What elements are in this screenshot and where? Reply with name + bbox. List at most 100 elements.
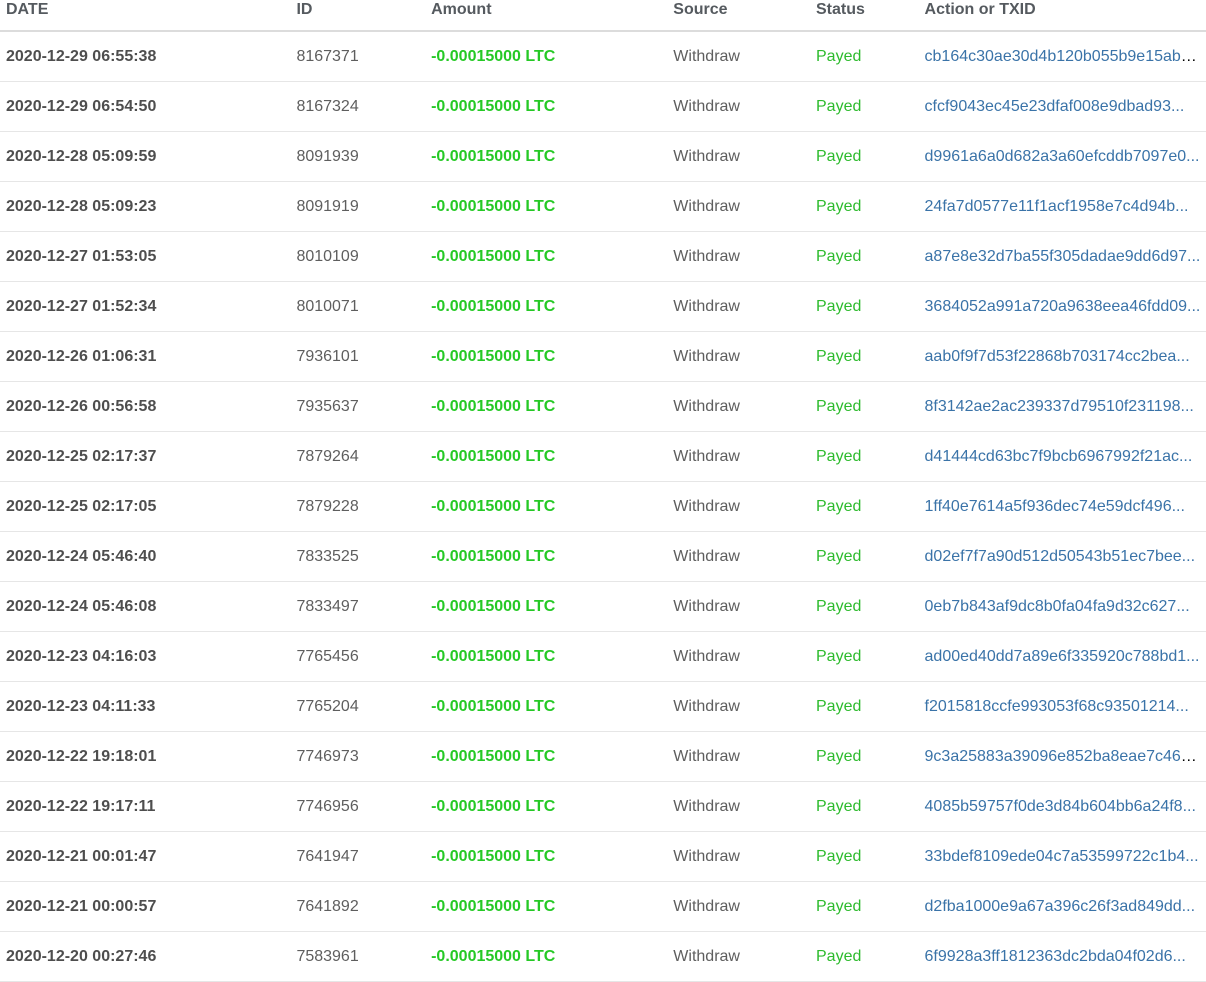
cell-status: Payed [810,331,919,382]
cell-id: 7765204 [290,681,426,732]
txid-link[interactable]: 0eb7b843af9dc8b0fa04fa9d32c627... [925,598,1190,615]
cell-amount: -0.00015000 LTC [425,331,668,382]
cell-source: Withdraw [667,781,810,832]
cell-amount: -0.00015000 LTC [425,281,668,332]
txid-link[interactable]: cfcf9043ec45e23dfaf008e9dbad93... [925,98,1185,115]
cell-date: 2020-12-29 06:54:50 [0,81,291,132]
txid-link[interactable]: 6f9928a3ff1812363dc2bda04f02d6... [925,948,1186,965]
cell-date: 2020-12-22 19:17:11 [0,781,291,832]
table-row: 2020-12-23 04:11:33 7765204 -0.00015000 LT… [0,681,1206,732]
cell-txid: 4085b59757f0de3d84b604bb6a24f8... [918,781,1206,832]
table-row: 2020-12-22 19:18:01 7746973 -0.00015000 LT… [0,731,1206,782]
txid-link[interactable]: aab0f9f7d53f22868b703174cc2bea... [925,348,1190,365]
cell-status: Payed [810,781,919,832]
cell-source: Withdraw [667,881,810,932]
txid-link[interactable]: 1ff40e7614a5f936dec74e59dcf496... [925,498,1185,515]
cell-amount: -0.00015000 LTC [425,881,668,932]
cell-source: Withdraw [667,431,810,482]
header-row: DATE ID Amount Source Status Action or T… [0,0,1206,32]
header-txid: Action or TXID [918,0,1206,32]
cell-id: 7833497 [290,581,426,632]
txid-link[interactable]: 9c3a25883a39096e852ba8eae7c46e... [925,748,1204,765]
cell-txid: 8f3142ae2ac239337d79510f231198... [918,381,1206,432]
cell-source: Withdraw [667,531,810,582]
cell-amount: -0.00015000 LTC [425,481,668,532]
table-row: 2020-12-21 00:01:47 7641947 -0.00015000 LT… [0,831,1206,882]
transactions-table: DATE ID Amount Source Status Action or T… [0,0,1206,982]
table-row: 2020-12-22 19:17:11 7746956 -0.00015000 LT… [0,781,1206,832]
cell-source: Withdraw [667,631,810,682]
cell-txid: d2fba1000e9a67a396c26f3ad849dd... [918,881,1206,932]
cell-txid: 0eb7b843af9dc8b0fa04fa9d32c627... [918,581,1206,632]
table-row: 2020-12-26 01:06:31 7936101 -0.00015000 LT… [0,331,1206,382]
cell-source: Withdraw [667,281,810,332]
cell-status: Payed [810,231,919,282]
txid-link[interactable]: d02ef7f7a90d512d50543b51ec7bee... [925,548,1195,565]
cell-id: 8091919 [290,181,426,232]
cell-amount: -0.00015000 LTC [425,181,668,232]
cell-txid: cb164c30ae30d4b120b055b9e15ab9... [918,31,1206,82]
cell-date: 2020-12-28 05:09:59 [0,131,291,182]
txid-link[interactable]: a87e8e32d7ba55f305dadae9dd6d97... [925,248,1201,265]
cell-id: 8167324 [290,81,426,132]
cell-status: Payed [810,31,919,82]
cell-status: Payed [810,81,919,132]
cell-txid: 33bdef8109ede04c7a53599722c1b4... [918,831,1206,882]
header-amount: Amount [425,0,668,32]
cell-source: Withdraw [667,81,810,132]
txid-link[interactable]: cb164c30ae30d4b120b055b9e15ab9... [925,48,1204,65]
cell-id: 7935637 [290,381,426,432]
cell-amount: -0.00015000 LTC [425,531,668,582]
cell-source: Withdraw [667,731,810,782]
cell-date: 2020-12-26 00:56:58 [0,381,291,432]
cell-id: 7879264 [290,431,426,482]
txid-link[interactable]: 3684052a991a720a9638eea46fdd09... [925,298,1201,315]
cell-status: Payed [810,431,919,482]
cell-date: 2020-12-22 19:18:01 [0,731,291,782]
header-id: ID [290,0,426,32]
cell-source: Withdraw [667,181,810,232]
txid-link[interactable]: f2015818ccfe993053f68c93501214... [925,698,1189,715]
cell-amount: -0.00015000 LTC [425,381,668,432]
table-header: DATE ID Amount Source Status Action or T… [0,0,1206,32]
txid-link[interactable]: 8f3142ae2ac239337d79510f231198... [925,398,1194,415]
cell-date: 2020-12-24 05:46:40 [0,531,291,582]
txid-link[interactable]: d2fba1000e9a67a396c26f3ad849dd... [925,898,1195,915]
cell-source: Withdraw [667,481,810,532]
txid-link[interactable]: 33bdef8109ede04c7a53599722c1b4... [925,848,1199,865]
table-row: 2020-12-20 00:27:46 7583961 -0.00015000 LT… [0,931,1206,982]
txid-link[interactable]: ad00ed40dd7a89e6f335920c788bd1... [925,648,1200,665]
cell-source: Withdraw [667,31,810,82]
header-status: Status [810,0,919,32]
cell-status: Payed [810,731,919,782]
txid-link[interactable]: d9961a6a0d682a3a60efcddb7097e0... [925,148,1200,165]
cell-txid: 3684052a991a720a9638eea46fdd09... [918,281,1206,332]
table-row: 2020-12-28 05:09:59 8091939 -0.00015000 LT… [0,131,1206,182]
cell-date: 2020-12-28 05:09:23 [0,181,291,232]
cell-id: 7746973 [290,731,426,782]
table-row: 2020-12-29 06:54:50 8167324 -0.00015000 LT… [0,81,1206,132]
txid-link[interactable]: d41444cd63bc7f9bcb6967992f21ac... [925,448,1193,465]
cell-date: 2020-12-25 02:17:37 [0,431,291,482]
txid-link[interactable]: 4085b59757f0de3d84b604bb6a24f8... [925,798,1196,815]
cell-txid: 6f9928a3ff1812363dc2bda04f02d6... [918,931,1206,982]
cell-status: Payed [810,281,919,332]
cell-source: Withdraw [667,681,810,732]
cell-status: Payed [810,481,919,532]
cell-id: 7583961 [290,931,426,982]
cell-amount: -0.00015000 LTC [425,681,668,732]
cell-txid: 24fa7d0577e11f1acf1958e7c4d94b... [918,181,1206,232]
cell-amount: -0.00015000 LTC [425,631,668,682]
cell-source: Withdraw [667,831,810,882]
cell-txid: 1ff40e7614a5f936dec74e59dcf496... [918,481,1206,532]
cell-id: 7833525 [290,531,426,582]
table-row: 2020-12-29 06:55:38 8167371 -0.00015000 LT… [0,31,1206,82]
cell-date: 2020-12-24 05:46:08 [0,581,291,632]
cell-id: 8167371 [290,31,426,82]
table-row: 2020-12-25 02:17:05 7879228 -0.00015000 LT… [0,481,1206,532]
cell-amount: -0.00015000 LTC [425,781,668,832]
txid-link[interactable]: 24fa7d0577e11f1acf1958e7c4d94b... [925,198,1189,215]
cell-status: Payed [810,381,919,432]
cell-txid: aab0f9f7d53f22868b703174cc2bea... [918,331,1206,382]
cell-status: Payed [810,931,919,982]
